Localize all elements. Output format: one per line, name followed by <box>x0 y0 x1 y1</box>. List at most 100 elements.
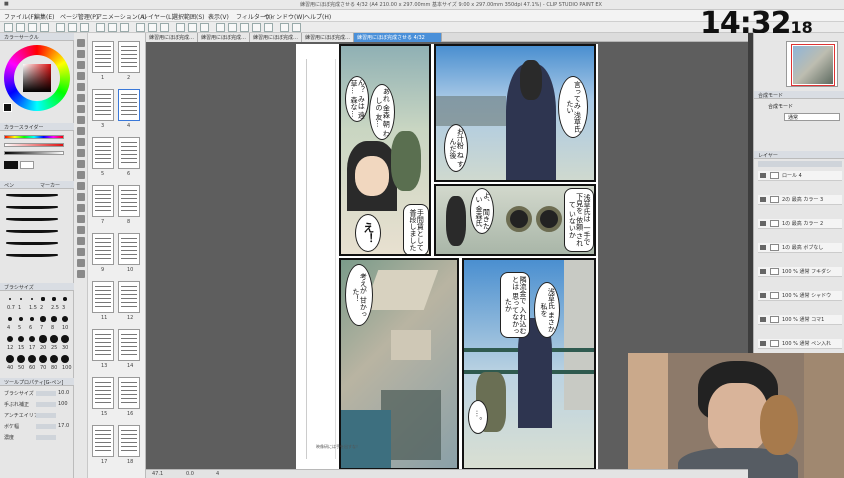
sub-color-chip[interactable] <box>20 161 34 169</box>
brush-size-dot[interactable] <box>7 316 13 322</box>
toolbar-button[interactable] <box>264 23 273 32</box>
color-saturation-square[interactable] <box>23 64 51 92</box>
tool-icon[interactable] <box>77 270 85 278</box>
tool-property-slider[interactable] <box>36 435 56 440</box>
brush-size-dot[interactable] <box>62 316 68 322</box>
eye-icon[interactable] <box>760 173 766 178</box>
page-thumbnail[interactable] <box>92 329 114 361</box>
document-tab[interactable]: 練習用にほぼ完成… <box>146 33 198 42</box>
brush-size-dot[interactable] <box>9 298 11 300</box>
page-thumbnail[interactable] <box>92 185 114 217</box>
brush-preset[interactable] <box>6 193 58 197</box>
layer-row[interactable]: 100 % 通常 ペン入れ <box>758 339 842 349</box>
toolbar-button[interactable] <box>16 23 25 32</box>
blend-mode-select[interactable]: 通常 <box>784 113 840 121</box>
tool-property-slider[interactable] <box>36 402 56 407</box>
toolbar-button[interactable] <box>292 23 301 32</box>
main-color-swatch[interactable] <box>3 103 12 112</box>
color-wheel-header[interactable]: カラーサークル <box>0 33 74 41</box>
brush-size-dot[interactable] <box>41 297 45 301</box>
brush-size-dot[interactable] <box>39 355 47 363</box>
tool-icon[interactable] <box>77 127 85 135</box>
brush-preset[interactable] <box>6 241 58 245</box>
toolbar-button[interactable] <box>200 23 209 32</box>
menu-item[interactable]: ファイル(F) <box>4 12 36 21</box>
zoom-readout[interactable]: 47.1 <box>152 471 163 477</box>
tool-property-slider[interactable] <box>36 391 56 396</box>
page-thumbnail[interactable] <box>92 41 114 73</box>
eye-icon[interactable] <box>760 197 766 202</box>
toolbar-button[interactable] <box>120 23 129 32</box>
eye-icon[interactable] <box>760 317 766 322</box>
tool-property-value[interactable]: 100 <box>58 401 68 407</box>
page-thumbnail[interactable] <box>118 377 140 409</box>
page-thumbnail[interactable] <box>92 425 114 457</box>
color-slider-header[interactable]: カラースライダー <box>0 123 74 131</box>
brush-preset[interactable] <box>6 205 58 209</box>
tool-icon[interactable] <box>77 72 85 80</box>
tool-icon[interactable] <box>77 226 85 234</box>
menu-item[interactable]: ウィンドウ(W) <box>264 12 305 21</box>
angle-readout[interactable]: 0.0 <box>186 471 194 477</box>
brush-size-dot[interactable] <box>50 355 58 363</box>
page-thumbnail[interactable] <box>92 377 114 409</box>
toolbar-button[interactable] <box>68 23 77 32</box>
toolbar-button[interactable] <box>176 23 185 32</box>
menu-item[interactable]: ヘルプ(H) <box>304 12 331 21</box>
brush-size-dot[interactable] <box>50 335 58 343</box>
toolbar-button[interactable] <box>108 23 117 32</box>
manga-page[interactable]: ん？ みは 遠草… 森な… あれ 金森 朝 わしの 友… え！ 手間賃として 普… <box>296 44 598 476</box>
document-tab[interactable]: 練習用にほぼ完成… <box>198 33 250 42</box>
tool-icon[interactable] <box>77 149 85 157</box>
tool-icon[interactable] <box>77 39 85 47</box>
opacity-slider[interactable] <box>758 161 842 167</box>
toolbar-button[interactable] <box>80 23 89 32</box>
tool-icon[interactable] <box>77 138 85 146</box>
toolbar-button[interactable] <box>160 23 169 32</box>
tool-icon[interactable] <box>77 94 85 102</box>
tool-icon[interactable] <box>77 105 85 113</box>
brush-size-dot[interactable] <box>17 355 25 363</box>
navigator-frame[interactable] <box>791 44 835 86</box>
layer-row[interactable]: 100 % 通常 シャドウ <box>758 291 842 301</box>
menu-item[interactable]: アニメーション(A) <box>96 12 147 21</box>
layer-row[interactable]: 1の 最高 カラー 2 <box>758 219 842 229</box>
brush-size-dot[interactable] <box>6 355 14 363</box>
menu-item[interactable]: 表示(V) <box>208 12 229 21</box>
layer-row[interactable]: 1の 最高 ボブなし <box>758 243 842 253</box>
page-thumbnail[interactable] <box>118 185 140 217</box>
tool-icon[interactable] <box>77 182 85 190</box>
navigator-preview[interactable] <box>786 41 838 87</box>
menu-item[interactable]: 編集(E) <box>34 12 54 21</box>
saturation-slider[interactable] <box>4 143 64 147</box>
toolbar-button[interactable] <box>28 23 37 32</box>
document-tab[interactable]: 練習用にほぼ完成… <box>250 33 302 42</box>
page-thumbnail[interactable] <box>118 41 140 73</box>
toolbar-button[interactable] <box>280 23 289 32</box>
tool-property-slider[interactable] <box>36 424 56 429</box>
toolbar-button[interactable] <box>40 23 49 32</box>
tool-icon[interactable] <box>77 259 85 267</box>
tool-icon[interactable] <box>77 50 85 58</box>
page-thumbnail[interactable] <box>118 137 140 169</box>
tool-icon[interactable] <box>77 215 85 223</box>
toolbar-button[interactable] <box>240 23 249 32</box>
brush-size-dot[interactable] <box>19 297 23 301</box>
page-thumbnail[interactable] <box>118 329 140 361</box>
page-thumbnail[interactable] <box>92 137 114 169</box>
brush-size-dot[interactable] <box>30 297 34 301</box>
layer-row[interactable]: 100 % 通常 コマ1 <box>758 315 842 325</box>
tool-property-value[interactable]: 10.0 <box>58 390 69 396</box>
document-tab[interactable]: 練習用にほぼ完成… <box>302 33 354 42</box>
page-thumbnail[interactable] <box>118 281 140 313</box>
toolbar-button[interactable] <box>4 23 13 32</box>
tool-property-value[interactable]: 17.0 <box>58 423 69 429</box>
tool-icon[interactable] <box>77 171 85 179</box>
page-thumbnail[interactable] <box>118 425 140 457</box>
toolbar-button[interactable] <box>216 23 225 32</box>
eye-icon[interactable] <box>760 341 766 346</box>
toolbar-button[interactable] <box>252 23 261 32</box>
tool-icon[interactable] <box>77 237 85 245</box>
tool-icon[interactable] <box>77 61 85 69</box>
tool-icon[interactable] <box>77 83 85 91</box>
